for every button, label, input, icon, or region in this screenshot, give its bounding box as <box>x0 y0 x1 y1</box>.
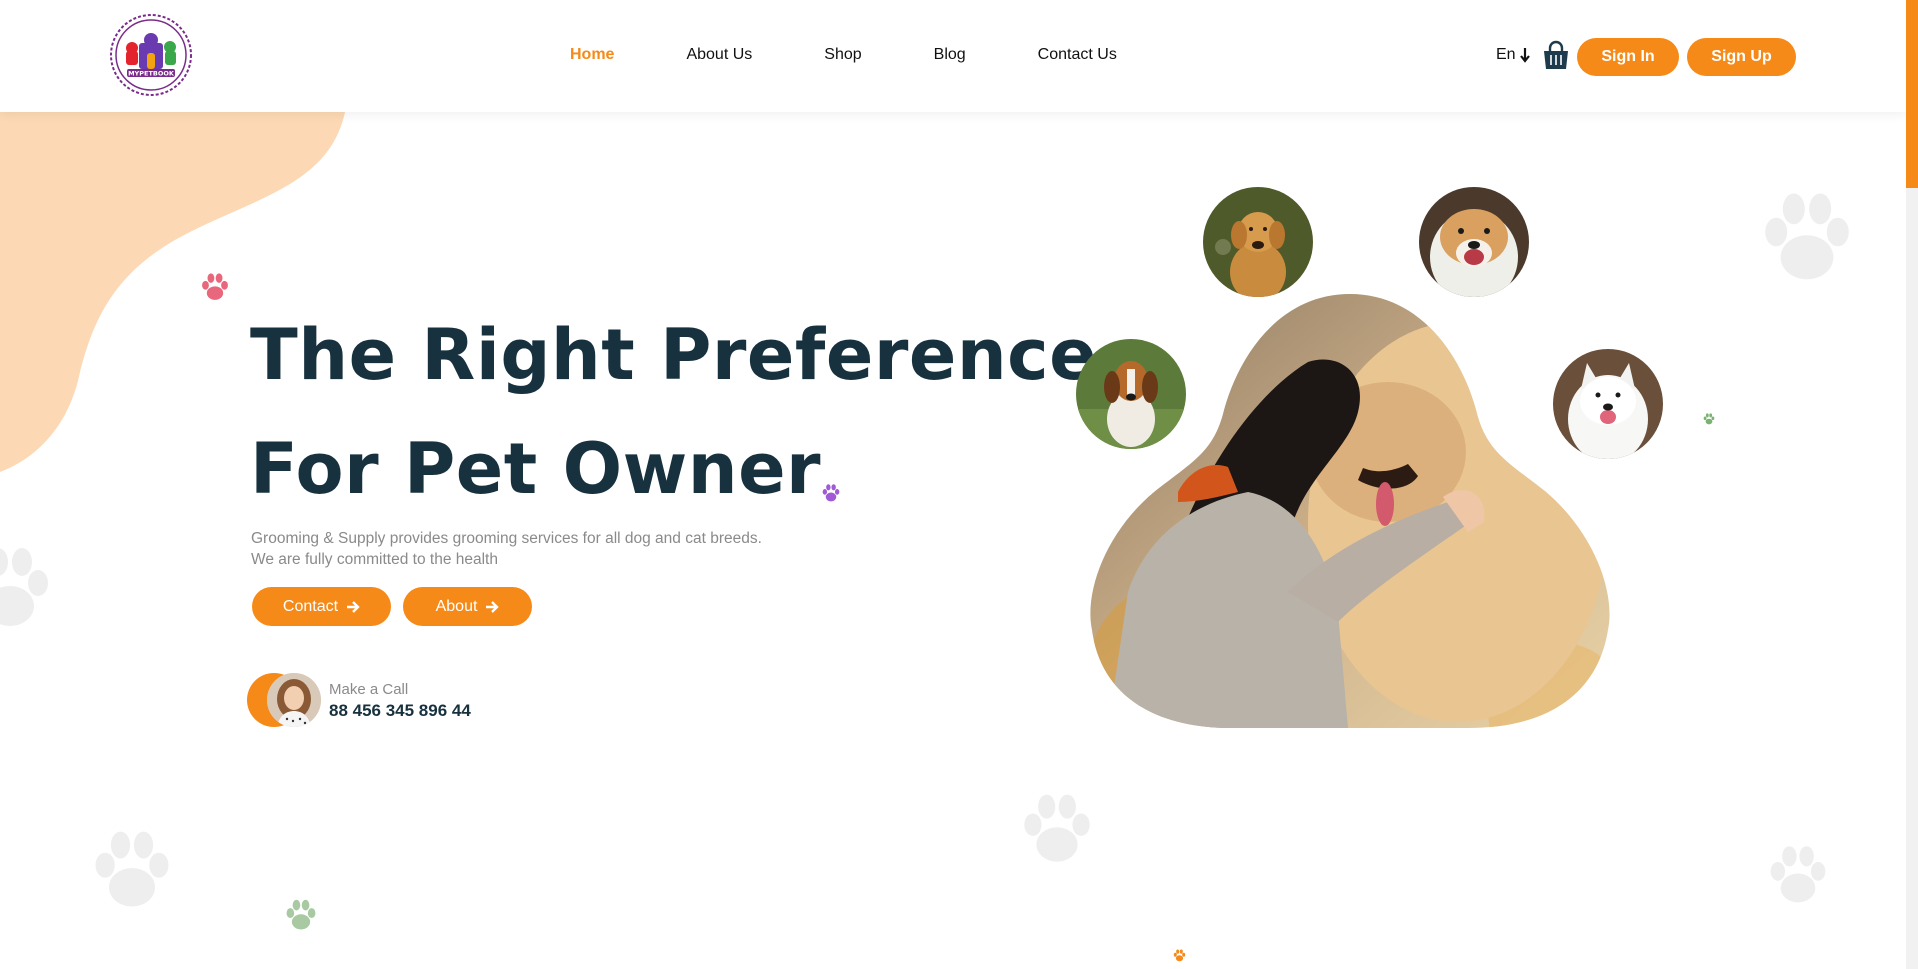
paw-icon <box>202 273 228 300</box>
call-label: Make a Call <box>329 681 409 698</box>
contact-button[interactable]: Contact <box>252 587 391 626</box>
beagle-puppy-photo <box>1076 339 1186 449</box>
samoyed-photo <box>1553 349 1663 459</box>
hero-description-line1: Grooming & Supply provides grooming serv… <box>251 530 762 547</box>
paw-icon <box>0 548 48 626</box>
paw-icon <box>95 831 169 907</box>
scrollbar-thumb[interactable] <box>1906 0 1918 188</box>
nav-about-us[interactable]: About Us <box>686 46 752 64</box>
hero-description-line2: We are fully committed to the health <box>251 551 498 568</box>
call-phone-number[interactable]: 88 456 345 896 44 <box>329 701 471 721</box>
language-label: En <box>1496 46 1516 63</box>
golden-retriever-photo <box>1203 187 1313 297</box>
arrow-right-icon <box>347 600 360 613</box>
arrow-down-icon <box>1519 48 1530 63</box>
avatar <box>267 673 321 727</box>
sign-up-button[interactable]: Sign Up <box>1687 38 1796 76</box>
arrow-right-icon <box>486 600 500 613</box>
paw-icon <box>1024 794 1090 862</box>
svg-text:MYPETBOOK: MYPETBOOK <box>128 70 175 78</box>
main-nav: Home About Us Shop Blog Contact Us <box>570 46 1189 64</box>
paw-icon <box>1765 193 1849 280</box>
nav-home[interactable]: Home <box>570 46 614 64</box>
sign-in-button[interactable]: Sign In <box>1577 38 1679 76</box>
paw-icon <box>1173 949 1186 962</box>
paw-icon <box>1770 846 1826 903</box>
nav-blog[interactable]: Blog <box>934 46 966 64</box>
paw-icon <box>286 899 316 930</box>
about-button[interactable]: About <box>403 587 532 626</box>
nav-shop[interactable]: Shop <box>824 46 861 64</box>
contact-button-label: Contact <box>282 597 339 615</box>
hero-title-line2: For Pet Owner <box>250 428 822 510</box>
mypetbook-logo[interactable]: MYPETBOOK <box>109 13 193 97</box>
shepherd-dog-photo <box>1419 187 1529 297</box>
hero-title: The Right Preference For Pet Owner <box>250 298 1097 526</box>
language-selector[interactable]: En <box>1496 46 1530 64</box>
shopping-basket-icon[interactable] <box>1543 40 1569 70</box>
paw-icon <box>1703 413 1715 425</box>
nav-contact-us[interactable]: Contact Us <box>1038 46 1117 64</box>
hero-title-line1: The Right Preference <box>250 314 1098 396</box>
site-header: MYPETBOOK Home About Us Shop Blog Contac… <box>0 0 1906 112</box>
hero-description: Grooming & Supply provides grooming serv… <box>251 528 851 570</box>
about-button-label: About <box>435 597 478 615</box>
